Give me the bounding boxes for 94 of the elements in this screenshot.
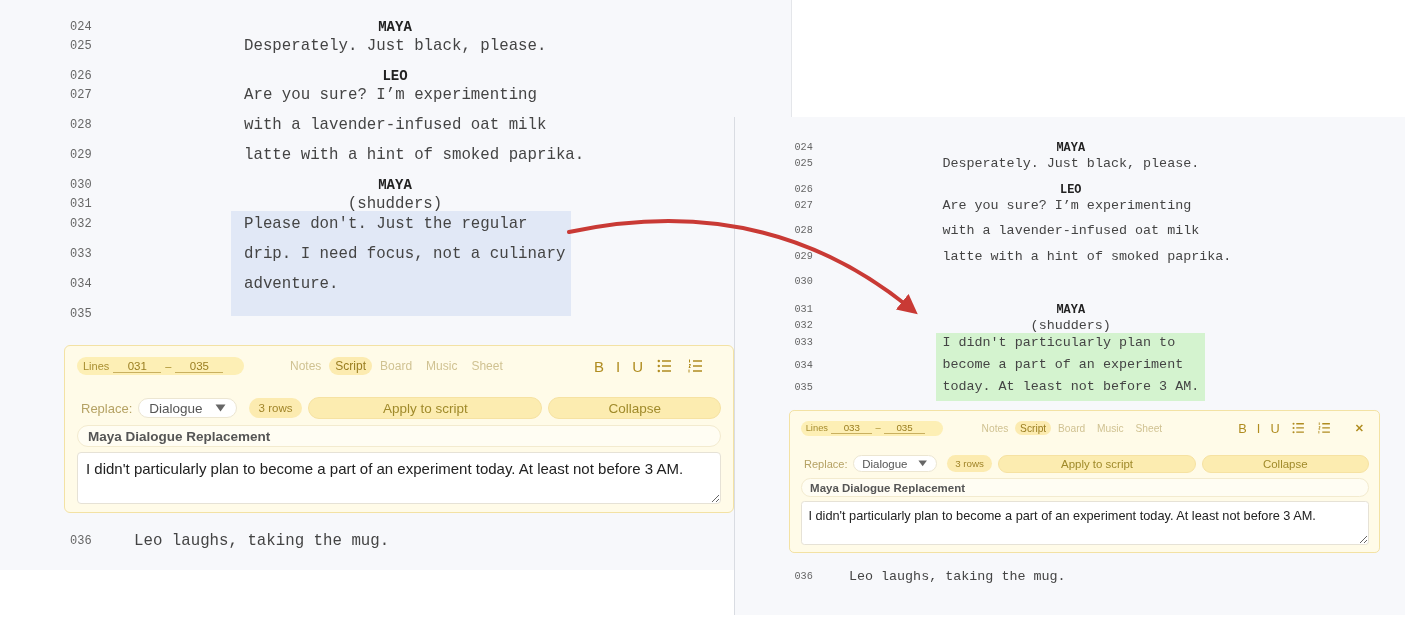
tab[interactable]: Board [1052,421,1091,436]
bullet-list-icon[interactable] [1291,422,1305,435]
line-to-field[interactable]: 035 [175,359,224,373]
tab[interactable]: Notes [284,357,328,375]
tab[interactable]: Sheet [1130,421,1168,436]
line-number: 036 [793,570,814,585]
dialogue-line: latte with a hint of smoked paprika. [941,248,1232,265]
line-range-label: Lines [83,360,110,372]
bold-button[interactable]: B [591,357,606,375]
parenthetical: (shudders) [1029,318,1112,335]
character-name: MAYA [1055,139,1086,157]
tab[interactable]: Board [374,357,419,375]
dialogue-line: drip. I need focus, not a culinary [243,245,567,265]
line-number: 024 [793,140,814,155]
line-number: 026 [793,182,814,197]
dialogue-line: latte with a hint of smoked paprika. [243,146,585,165]
tab[interactable]: Script [1015,421,1052,436]
line-number: 030 [69,177,93,194]
collapse-button[interactable]: Collapse [548,397,721,419]
replace-type-select[interactable]: Dialogue [852,455,937,473]
replace-label: Replace: [81,400,133,416]
tab[interactable]: Notes [976,421,1014,436]
tab[interactable]: Sheet [465,357,509,375]
apply-button[interactable]: Apply to script [308,397,543,419]
caret-icon [917,460,927,468]
dialogue-line: Desperately. Just black, please. [941,156,1201,173]
character-name: MAYA [377,176,413,195]
dialogue-line: Are you sure? I’m experimenting [941,197,1193,214]
replacement-text-field[interactable]: I didn't particularly plan to become a part of an experiment today. At least not before 3 AM. [77,452,721,504]
action-line: Leo laughs, taking the mug. [134,532,391,551]
dialogue-line: become a part of an experiment [942,356,1185,374]
line-number: 035 [793,380,814,395]
title-field[interactable]: Maya Dialogue Replacement [800,478,1369,497]
line-number: 033 [69,246,93,263]
line-number: 035 [69,306,93,323]
line-number: 034 [69,276,93,293]
line-from-field[interactable]: 031 [113,359,162,373]
dialogue-line: Please don't. Just the regular [243,215,529,235]
character-name: MAYA [1055,302,1086,319]
dialogue-line: with a lavender-infused oat milk [243,116,548,135]
line-number: 024 [69,19,93,36]
bullet-list-icon[interactable] [657,359,672,373]
line-from-field[interactable]: 033 [831,422,873,435]
row-count-badge: 3 rows [946,455,993,473]
dialogue-line: Are you sure? I’m experimenting [243,86,538,105]
line-number: 029 [793,249,814,264]
row-count-badge: 3 rows [248,398,303,418]
title-field[interactable]: Maya Dialogue Replacement [77,425,721,447]
line-number: 026 [69,68,93,85]
action-line: Leo laughs, taking the mug. [848,569,1067,586]
line-number: 029 [69,147,93,164]
italic-button[interactable]: I [1255,420,1263,436]
line-number: 027 [69,87,93,104]
range-separator: – [165,360,172,372]
tab[interactable]: Music [420,357,464,375]
dialogue-line: Desperately. Just black, please. [243,37,548,56]
line-number: 031 [69,196,93,213]
line-number: 032 [793,319,814,334]
replacement-text-field[interactable]: I didn't particularly plan to become a part of an experiment today. At least not before 3 AM. [800,501,1369,546]
numbered-list-icon[interactable] [1318,422,1331,435]
dialogue-line: I didn't particularly plan to [942,334,1177,352]
line-to-field[interactable]: 035 [884,422,925,435]
italic-button[interactable]: I [614,357,623,375]
dialogue-line: adventure. [243,275,340,295]
range-separator: – [875,423,881,434]
numbered-list-icon[interactable] [688,359,703,373]
line-number: 034 [793,358,814,373]
line-number: 036 [69,533,93,550]
line-number: 028 [69,117,93,134]
underline-button[interactable]: U [630,357,645,375]
line-number: 028 [793,224,814,239]
caret-icon [214,404,226,412]
replace-label: Replace: [803,457,848,470]
parenthetical: (shudders) [346,195,444,214]
character-name: LEO [1059,181,1083,198]
underline-button[interactable]: U [1268,420,1282,436]
replace-type-select[interactable]: Dialogue [138,398,237,418]
line-number: 031 [793,303,814,318]
apply-button[interactable]: Apply to script [997,454,1197,474]
tab[interactable]: Music [1092,421,1129,436]
collapse-button[interactable]: Collapse [1201,454,1369,474]
line-number: 027 [793,198,814,213]
line-number: 033 [793,336,814,351]
character-name: LEO [381,67,409,86]
bold-button[interactable]: B [1236,420,1249,436]
character-name: MAYA [377,18,413,37]
line-range-label: Lines [805,423,828,434]
line-number: 032 [69,216,93,233]
tab[interactable]: Script [329,357,373,375]
dialogue-line: with a lavender-infused oat milk [941,223,1201,240]
line-number: 025 [69,38,93,55]
line-number: 030 [793,275,814,290]
line-number: 025 [793,157,814,172]
dialogue-line: today. At least not before 3 AM. [942,378,1200,396]
